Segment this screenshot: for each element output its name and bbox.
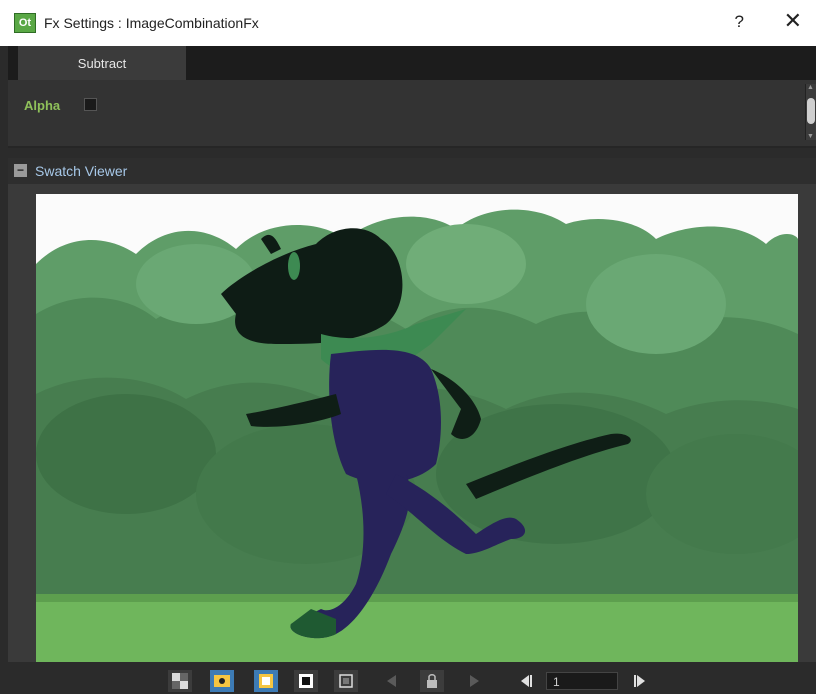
checkerboard-icon <box>172 673 188 689</box>
window-title: Fx Settings : ImageCombinationFx <box>44 15 259 31</box>
tab-bar: Subtract <box>8 46 816 80</box>
frame-button[interactable] <box>334 670 358 692</box>
eye-icon <box>214 675 230 687</box>
last-frame-icon <box>634 675 645 687</box>
next-icon <box>470 675 479 687</box>
white-background-button[interactable] <box>254 670 278 692</box>
swatch-preview-image[interactable] <box>36 194 798 662</box>
white-background-icon <box>259 674 273 688</box>
swatch-viewer-header: − Swatch Viewer <box>8 158 816 184</box>
previous-icon <box>387 675 396 687</box>
last-frame-button[interactable] <box>628 670 652 692</box>
swatch-viewer-title: Swatch Viewer <box>35 163 128 179</box>
black-background-icon <box>299 674 313 688</box>
viewer-toolbar: 1 <box>0 662 816 694</box>
grass <box>36 594 798 662</box>
frame-icon <box>339 674 353 688</box>
first-frame-button[interactable] <box>514 670 538 692</box>
lock-icon <box>427 674 437 688</box>
tab-subtract[interactable]: Subtract <box>18 46 186 80</box>
scroll-thumb[interactable] <box>807 98 815 124</box>
lock-button[interactable] <box>420 670 444 692</box>
view-toggle-button[interactable] <box>210 670 234 692</box>
alpha-checkbox[interactable] <box>84 98 97 111</box>
checkerboard-button[interactable] <box>168 670 192 692</box>
scroll-up-icon[interactable]: ▲ <box>807 84 814 91</box>
alpha-label: Alpha <box>24 98 61 113</box>
next-button[interactable] <box>462 670 486 692</box>
collapse-toggle-button[interactable]: − <box>14 164 27 177</box>
preview-illustration <box>36 194 798 662</box>
title-bar: Ot Fx Settings : ImageCombinationFx ? ✕ <box>0 0 816 46</box>
scroll-down-icon[interactable]: ▼ <box>807 133 814 140</box>
close-button[interactable]: ✕ <box>784 8 802 34</box>
black-background-button[interactable] <box>294 670 318 692</box>
params-scrollbar[interactable]: ▲ ▼ <box>805 84 816 140</box>
params-panel: Alpha ▲ ▼ <box>8 80 816 148</box>
swatch-viewer <box>8 184 816 662</box>
app-icon: Ot <box>14 13 36 33</box>
previous-button[interactable] <box>380 670 404 692</box>
frame-number-field[interactable]: 1 <box>546 672 618 690</box>
first-frame-icon <box>521 675 532 687</box>
help-button[interactable]: ? <box>735 12 744 32</box>
